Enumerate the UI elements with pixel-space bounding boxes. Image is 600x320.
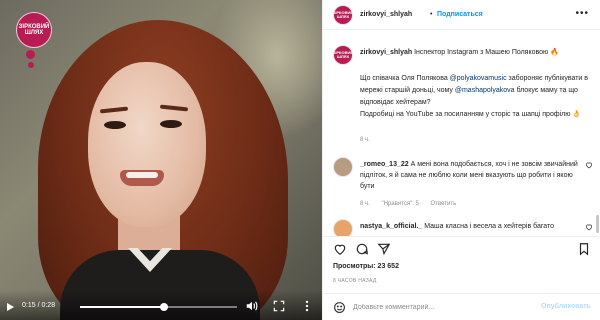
post-actions	[323, 236, 600, 258]
mention-link[interactable]: @mashapolyakova	[455, 87, 515, 94]
instagram-post: ЗІРКОВИЙ ШЛЯХ 0:15 / 0:28 ЗІРКОВИЙ ШЛЯХ …	[0, 0, 600, 320]
logo-line-2: ШЛЯХ	[24, 30, 44, 36]
post-side-panel: ЗІРКОВИЙ ШЛЯХ zirkovyi_shlyah • Подписат…	[322, 0, 600, 320]
comment-timestamp: 8 ч.	[360, 201, 370, 207]
follow-button[interactable]: Подписаться	[437, 11, 483, 18]
comment-input[interactable]	[353, 300, 533, 315]
like-comment-icon[interactable]	[585, 223, 593, 231]
comment-icon[interactable]	[355, 242, 369, 256]
bookmark-icon[interactable]	[577, 242, 591, 256]
author-username[interactable]: zirkovyi_shlyah	[360, 11, 412, 18]
caption-more: Подробиці на YouTube за посиланням у сто…	[360, 111, 582, 118]
seek-bar-fill	[80, 306, 165, 308]
share-icon[interactable]	[377, 242, 391, 256]
scrollbar[interactable]	[596, 215, 599, 233]
add-comment-bar: Опубликовать	[323, 293, 600, 320]
fullscreen-icon[interactable]	[272, 299, 286, 313]
caption-body: Що співачка Оля Полякова @polyakovamusic…	[360, 73, 590, 109]
comments-list[interactable]: ЗІРКОВИЙ ШЛЯХ zirkovyi_shlyah Інспектор …	[323, 31, 600, 236]
video-time: 0:15 / 0:28	[22, 302, 56, 309]
more-options-button[interactable]: •••	[575, 9, 589, 19]
emoji-icon[interactable]	[333, 301, 346, 314]
post-header: ЗІРКОВИЙ ШЛЯХ zirkovyi_shlyah • Подписат…	[323, 0, 600, 30]
caption-title: Інспектор Instagram з Машею Поляковою 🔥	[414, 49, 559, 56]
views-label: Просмотры:	[333, 263, 376, 270]
video-player[interactable]: ЗІРКОВИЙ ШЛЯХ 0:15 / 0:28	[0, 0, 322, 320]
like-icon[interactable]	[333, 242, 347, 256]
seek-bar[interactable]	[80, 303, 237, 311]
caption-title-line: zirkovyi_shlyah Інспектор Instagram з Ма…	[360, 48, 590, 57]
comment-body: Маша класна і весела а хейтерів багато	[424, 223, 555, 230]
caption-timestamp: 8 ч.	[360, 137, 370, 143]
comment-username[interactable]: _romeo_13_22	[360, 161, 409, 168]
comment-meta: 8 ч. "Нравится": 5 Ответить	[360, 201, 466, 207]
comment-avatar[interactable]	[333, 157, 353, 177]
separator-dot: •	[430, 11, 433, 18]
comment-text: nastya_k_official._ Маша класна і весела…	[360, 221, 585, 232]
avatar[interactable]: ЗІРКОВИЙ ШЛЯХ	[333, 5, 353, 25]
views-count[interactable]: Просмотры: 23 652	[333, 263, 399, 270]
logo-dots	[26, 50, 35, 71]
comment-likes[interactable]: "Нравится": 5	[381, 201, 418, 207]
caption-avatar[interactable]: ЗІРКОВИЙ ШЛЯХ	[333, 45, 353, 65]
channel-logo: ЗІРКОВИЙ ШЛЯХ	[16, 12, 52, 48]
play-icon[interactable]	[7, 303, 14, 311]
comment-avatar[interactable]	[333, 219, 353, 236]
seek-bar-handle[interactable]	[160, 303, 169, 311]
comment-username[interactable]: nastya_k_official._	[360, 223, 422, 230]
more-options-icon[interactable]	[300, 299, 314, 313]
caption-text: Що співачка Оля Полякова	[360, 75, 450, 82]
reply-button[interactable]: Ответить	[431, 201, 457, 207]
mention-link[interactable]: @polyakovamusic	[450, 75, 507, 82]
like-comment-icon[interactable]	[585, 161, 593, 169]
video-frame-face	[88, 62, 206, 227]
volume-icon[interactable]	[245, 299, 259, 313]
video-controls: 0:15 / 0:28	[0, 290, 322, 320]
comment-text: _romeo_13_22 А мені вона подобається, хо…	[360, 159, 585, 192]
views-value: 23 652	[377, 263, 399, 270]
post-timestamp: 8 ЧАСОВ НАЗАД	[333, 278, 377, 284]
publish-button[interactable]: Опубликовать	[541, 303, 591, 310]
caption-username[interactable]: zirkovyi_shlyah	[360, 49, 412, 56]
